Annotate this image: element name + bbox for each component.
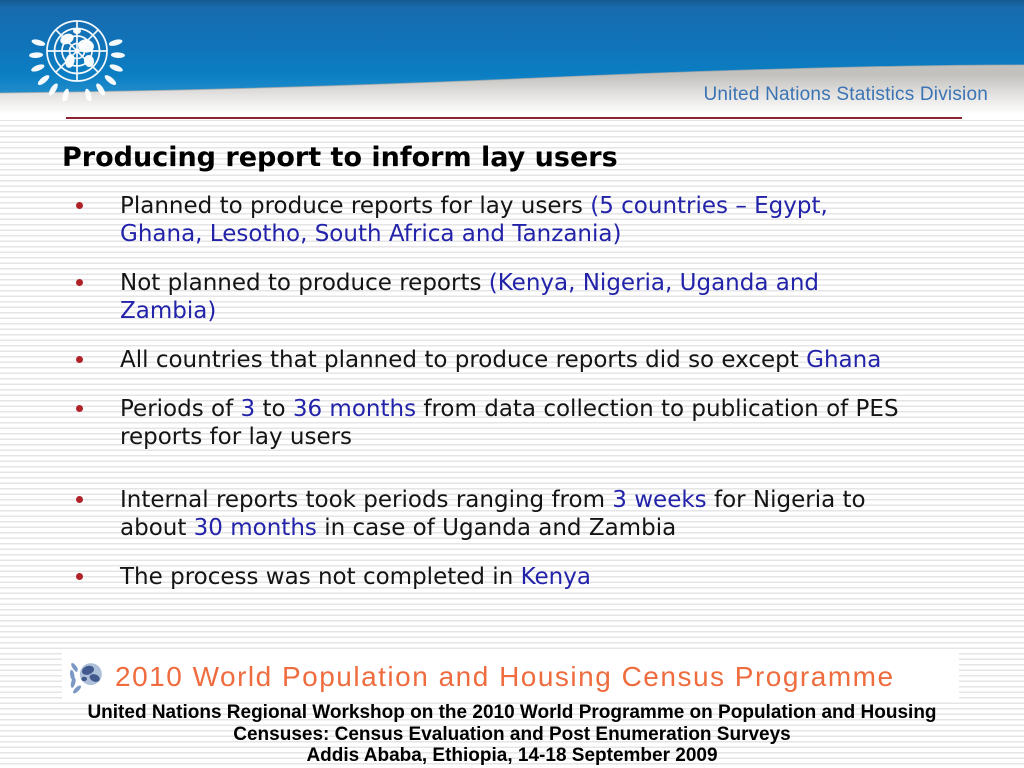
bullet-line: reports for lay users: [120, 423, 974, 451]
bullet-dot: [76, 573, 83, 580]
bullet-line: Internal reports took periods ranging fr…: [120, 486, 974, 514]
bullet-item: The process was not completed in Kenya: [62, 563, 974, 591]
programme-logo-text: 2010 World Population and Housing Census…: [115, 661, 895, 692]
bullet-line: All countries that planned to produce re…: [120, 346, 974, 374]
text-segment: Ghana: [806, 347, 882, 373]
footer-text: United Nations Regional Workshop on the …: [0, 702, 1024, 767]
division-label: United Nations Statistics Division: [703, 84, 988, 105]
text-segment: The process was not completed in: [120, 564, 521, 590]
bullet-line: Not planned to produce reports (Kenya, N…: [120, 269, 974, 297]
text-segment: Kenya: [520, 564, 591, 590]
text-segment: Internal reports took periods ranging fr…: [120, 487, 613, 513]
bullet-line: Planned to produce reports for lay users…: [120, 192, 974, 220]
bullet-dot: [76, 279, 83, 286]
text-segment: reports for lay users: [120, 424, 353, 450]
text-segment: Planned to produce reports for lay users: [120, 193, 591, 219]
bullet-dot: [76, 496, 83, 503]
footer-line-1: United Nations Regional Workshop on the …: [87, 702, 937, 723]
bullet-line: Periods of 3 to 36 months from data coll…: [120, 395, 974, 423]
footer-logo-box: 2010 World Population and Housing Census…: [62, 652, 959, 702]
bullet-line: Zambia): [120, 297, 974, 325]
divider-line: [66, 117, 962, 119]
bullet-item: Planned to produce reports for lay users…: [62, 192, 974, 248]
text-segment: Not planned to produce reports: [120, 270, 489, 296]
bullet-item: Periods of 3 to 36 months from data coll…: [62, 395, 974, 451]
text-segment: Ghana, Lesotho, South Africa and Tanzani…: [120, 221, 622, 247]
footer-line-2: Censuses: Census Evaluation and Post Enu…: [233, 723, 791, 745]
slide-title: Producing report to inform lay users: [62, 142, 618, 173]
text-segment: from data collection to publication of P…: [416, 396, 899, 422]
footer-line-3: Addis Ababa, Ethiopia, 14-18 September 2…: [306, 745, 718, 766]
text-segment: (Kenya, Nigeria, Uganda and: [488, 270, 820, 296]
census-logo-icon: [69, 662, 102, 694]
text-segment: Zambia): [120, 298, 217, 324]
text-segment: 30 months: [193, 515, 317, 541]
header-banner: United Nations Statistics Division: [0, 0, 1024, 120]
text-segment: Periods of: [120, 396, 241, 422]
text-segment: in case of Uganda and Zambia: [316, 515, 677, 541]
slide: { "colors": { "accent-blue": "#2323aa", …: [0, 0, 1024, 768]
bullet-dot: [76, 405, 83, 412]
text-segment: 3 weeks: [612, 487, 707, 513]
text-segment: 36 months: [292, 396, 417, 422]
text-segment: about: [120, 515, 194, 541]
bullet-item: Not planned to produce reports (Kenya, N…: [62, 269, 974, 325]
text-segment: for Nigeria to: [706, 487, 866, 513]
bullet-dot: [76, 356, 83, 363]
bullet-line: The process was not completed in Kenya: [120, 563, 974, 591]
un-emblem-icon: [29, 20, 125, 101]
text-segment: All countries that planned to produce re…: [120, 347, 807, 373]
text-segment: to: [255, 396, 293, 422]
text-segment: 3: [240, 396, 256, 422]
bullet-line: about 30 months in case of Uganda and Za…: [120, 514, 974, 542]
bullet-item: All countries that planned to produce re…: [62, 346, 974, 374]
text-segment: (5 countries – Egypt,: [590, 193, 828, 219]
bullet-line: Ghana, Lesotho, South Africa and Tanzani…: [120, 220, 974, 248]
bullet-item: Internal reports took periods ranging fr…: [62, 486, 974, 542]
bullet-list: Planned to produce reports for lay users…: [62, 192, 974, 612]
bullet-dot: [76, 202, 83, 209]
